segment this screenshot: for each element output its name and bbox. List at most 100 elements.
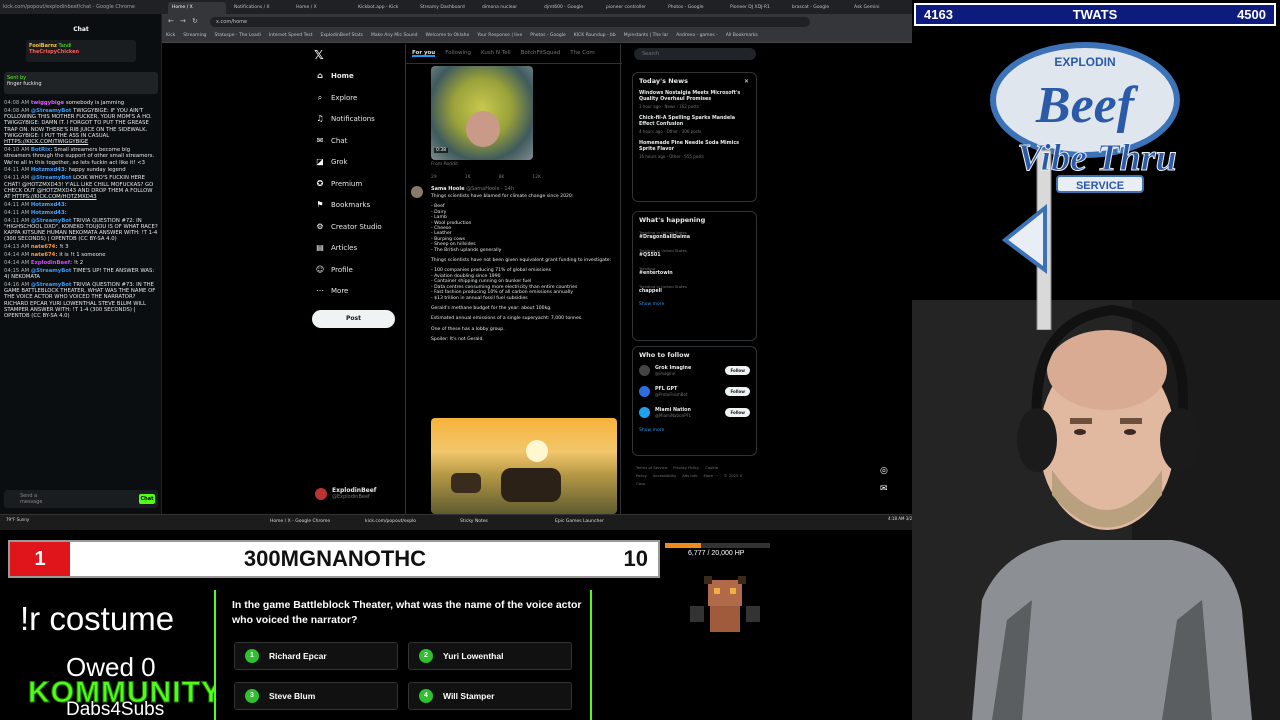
browser-tab[interactable]: Streamy Dashboard [416, 2, 474, 14]
news-item[interactable]: Windows Nostalgia Meets Microsoft's Qual… [639, 91, 750, 109]
message-user[interactable]: twiggybige [31, 100, 64, 106]
taskbar-item[interactable]: Sticky Notes [460, 519, 488, 524]
show-more-link[interactable]: Show more [639, 428, 750, 433]
avatar[interactable] [639, 365, 650, 376]
trend-item[interactable]: Trending in United States #QS501 [639, 248, 750, 258]
footer-link[interactable]: Terms of Service [636, 465, 667, 470]
message-user[interactable]: BotRix: [31, 147, 53, 153]
trivia-answer[interactable]: 2 Yuri Lowenthal [408, 642, 572, 670]
trivia-answer[interactable]: 3 Steve Blum [234, 682, 398, 710]
footer-link[interactable]: More ··· [704, 473, 718, 478]
bookmark-item[interactable]: KICK Roundup - bb [574, 33, 616, 38]
message-user[interactable]: Hotzmxd43: [31, 167, 67, 173]
nav-item-explore[interactable]: ⌕ Explore [315, 93, 358, 103]
feed-tab[interactable]: Kush N Tell [481, 50, 511, 57]
browser-tab[interactable]: Home / X [292, 2, 350, 14]
nav-item-notifications[interactable]: ♫ Notifications [315, 114, 374, 124]
bookmark-item[interactable]: Andreea - games - [676, 33, 717, 38]
follow-suggestion[interactable]: Grok Imagine @imagine Follow [639, 365, 750, 376]
browser-tab[interactable]: Kickbot.app - Kick [354, 2, 412, 14]
bookmark-item[interactable]: All Bookmarks [726, 33, 758, 38]
message-link[interactable]: HTTPS://KICK.COM/HOTZMXD43 [12, 194, 96, 200]
footer-link[interactable]: Accessibility [653, 473, 676, 478]
show-more-link[interactable]: Show more [639, 302, 750, 307]
bookmark-item[interactable]: ExplodinBeef Stats [321, 33, 363, 38]
tweet-author[interactable]: Sama Hoole [431, 186, 464, 192]
browser-tab[interactable]: pioneer controller [602, 2, 660, 14]
pinned-message[interactable]: FoolBarnz Tandi TheCrispyChicken [26, 40, 136, 62]
nav-item-more[interactable]: ⋯ More [315, 286, 348, 296]
message-user[interactable]: Hotzmxd43: [31, 202, 67, 208]
nav-item-home[interactable]: ⌂ Home [315, 71, 354, 81]
feed-tab[interactable]: The Com [570, 50, 595, 57]
browser-tab[interactable]: Photos - Google [664, 2, 722, 14]
chat-send-button[interactable]: Chat [139, 494, 155, 504]
browser-tab[interactable]: brascat - Google [788, 2, 846, 14]
message-user[interactable]: @StreamyBot [31, 268, 72, 274]
bookmark-item[interactable]: Statuspe - The Leadi [215, 33, 261, 38]
message-user[interactable]: nate674: [31, 244, 58, 250]
message-user[interactable]: Hotzmxd43: [31, 210, 67, 216]
bookmark-item[interactable]: Your Response | live [477, 33, 522, 38]
like-count[interactable]: 8K [499, 175, 505, 180]
feed-tab[interactable]: BotchFitSquad [521, 50, 561, 57]
follow-suggestion[interactable]: Miami Nation @MiamiNationPFL Follow [639, 407, 750, 418]
feed-tab[interactable]: Following [445, 50, 471, 57]
message-user[interactable]: ExplodinBeef: [31, 260, 72, 266]
follow-button[interactable]: Follow [725, 366, 750, 375]
browser-tab[interactable]: dimona nuclear [478, 2, 536, 14]
nav-item-chat[interactable]: ✉ Chat [315, 136, 348, 146]
weather-widget[interactable]: 79°F Sunny [6, 517, 29, 522]
message-user[interactable]: @StreamyBot [31, 175, 72, 181]
avatar[interactable] [411, 186, 423, 198]
avatar[interactable] [639, 407, 650, 418]
footer-link[interactable]: Ads info [682, 473, 697, 478]
news-item[interactable]: Homemade Pine Needle Soda Mimics Sprite … [639, 141, 750, 159]
trend-item[interactable]: Trending #entertowin [639, 266, 750, 276]
url-input[interactable]: x.com/home [210, 17, 810, 27]
messages-icon[interactable]: ✉ [880, 484, 888, 494]
post-button[interactable]: Post [312, 310, 395, 328]
nav-item-bookmarks[interactable]: ⚑ Bookmarks [315, 200, 370, 210]
message-link[interactable]: HTTPS://KICK.COM/TWIGGYBIGE [4, 139, 88, 145]
news-item[interactable]: Chick-fil-A Spelling Sparks Mandela Effe… [639, 116, 750, 134]
bookmark-item[interactable]: Internet Speed Test [269, 33, 313, 38]
trend-item[interactable]: Trending in United States #DragonBallDaim… [639, 230, 750, 240]
nav-item-grok[interactable]: ◪ Grok [315, 157, 347, 167]
bookmark-item[interactable]: Streaming [183, 33, 206, 38]
x-logo-icon[interactable]: 𝕏 [314, 48, 324, 62]
search-input[interactable]: Search [634, 48, 756, 60]
message-user[interactable]: @StreamyBot [31, 282, 72, 288]
browser-tab[interactable]: Home / X [168, 2, 226, 14]
taskbar-item[interactable]: Home / X - Google Chrome [270, 519, 330, 524]
nav-item-profile[interactable]: ☺ Profile [315, 265, 353, 275]
follow-button[interactable]: Follow [725, 387, 750, 396]
tweet-video[interactable] [431, 66, 533, 160]
repost-count[interactable]: 1K [465, 175, 471, 180]
nav-item-creator-studio[interactable]: ⚙ Creator Studio [315, 222, 381, 232]
forward-icon[interactable]: → [180, 17, 186, 25]
bookmark-item[interactable]: Welcome to Oklaho [426, 33, 470, 38]
account-switcher[interactable]: ExplodinBeef @ExplodinBeef [315, 487, 376, 500]
browser-tab[interactable]: Ask Gemini [850, 2, 908, 14]
tweet-image[interactable] [431, 418, 617, 514]
nav-item-articles[interactable]: ▤ Articles [315, 243, 357, 253]
grok-icon[interactable]: ◎ [880, 466, 888, 476]
browser-tab[interactable]: Pioneer DJ XDJ-R1 [726, 2, 784, 14]
trivia-answer[interactable]: 4 Will Stamper [408, 682, 572, 710]
follow-suggestion[interactable]: PFL GPT @ProtoFinishBot Follow [639, 386, 750, 397]
trivia-answer[interactable]: 1 Richard Epcar [234, 642, 398, 670]
trend-item[interactable]: Trending in United States chappell [639, 284, 750, 294]
reply-count[interactable]: 29 [431, 175, 437, 180]
close-icon[interactable]: ✕ [744, 78, 749, 85]
avatar[interactable] [639, 386, 650, 397]
taskbar-item[interactable]: Epic Games Launcher [555, 519, 604, 524]
view-count[interactable]: 12K [532, 175, 541, 180]
message-user[interactable]: @StreamyBot [31, 108, 72, 114]
back-icon[interactable]: ← [168, 17, 174, 25]
reload-icon[interactable]: ↻ [192, 17, 198, 25]
message-user[interactable]: @StreamyBot [31, 218, 72, 224]
bookmark-item[interactable]: Myinstants | The lar [624, 33, 669, 38]
bookmark-item[interactable]: Photos - Google [530, 33, 566, 38]
taskbar-item[interactable]: kick.com/popout/explo [365, 519, 416, 524]
